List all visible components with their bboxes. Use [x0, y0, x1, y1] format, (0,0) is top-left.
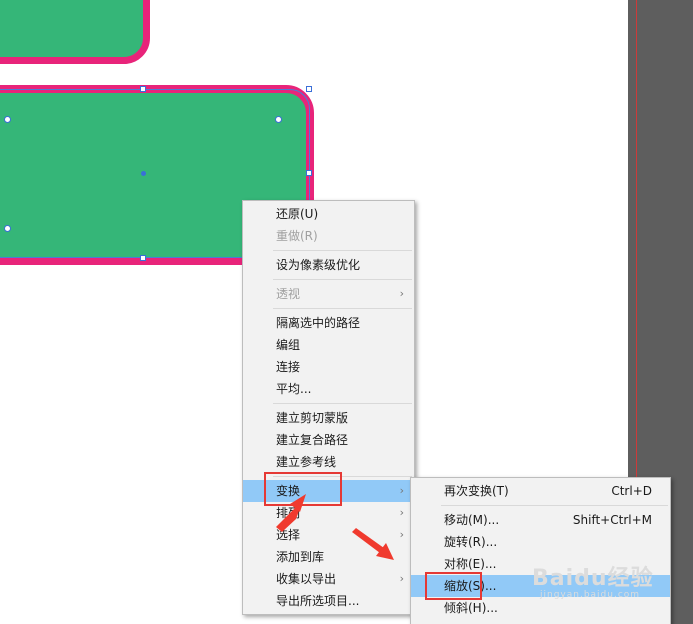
- watermark-brand-cn: 经验: [607, 566, 654, 591]
- watermark-brand: Baidu: [532, 566, 608, 591]
- arrow-icon: [276, 494, 306, 532]
- arrow-icon: [352, 528, 394, 560]
- baidu-watermark: Baidu经验: [532, 560, 654, 592]
- annotation-arrows: [276, 494, 394, 560]
- watermark-url: jingyan.baidu.com: [540, 590, 641, 600]
- artboard-canvas[interactable]: 还原(U) 重做(R) 设为像素级优化 透视 › 隔离选中的路径 编组 连接 平均…: [0, 0, 693, 624]
